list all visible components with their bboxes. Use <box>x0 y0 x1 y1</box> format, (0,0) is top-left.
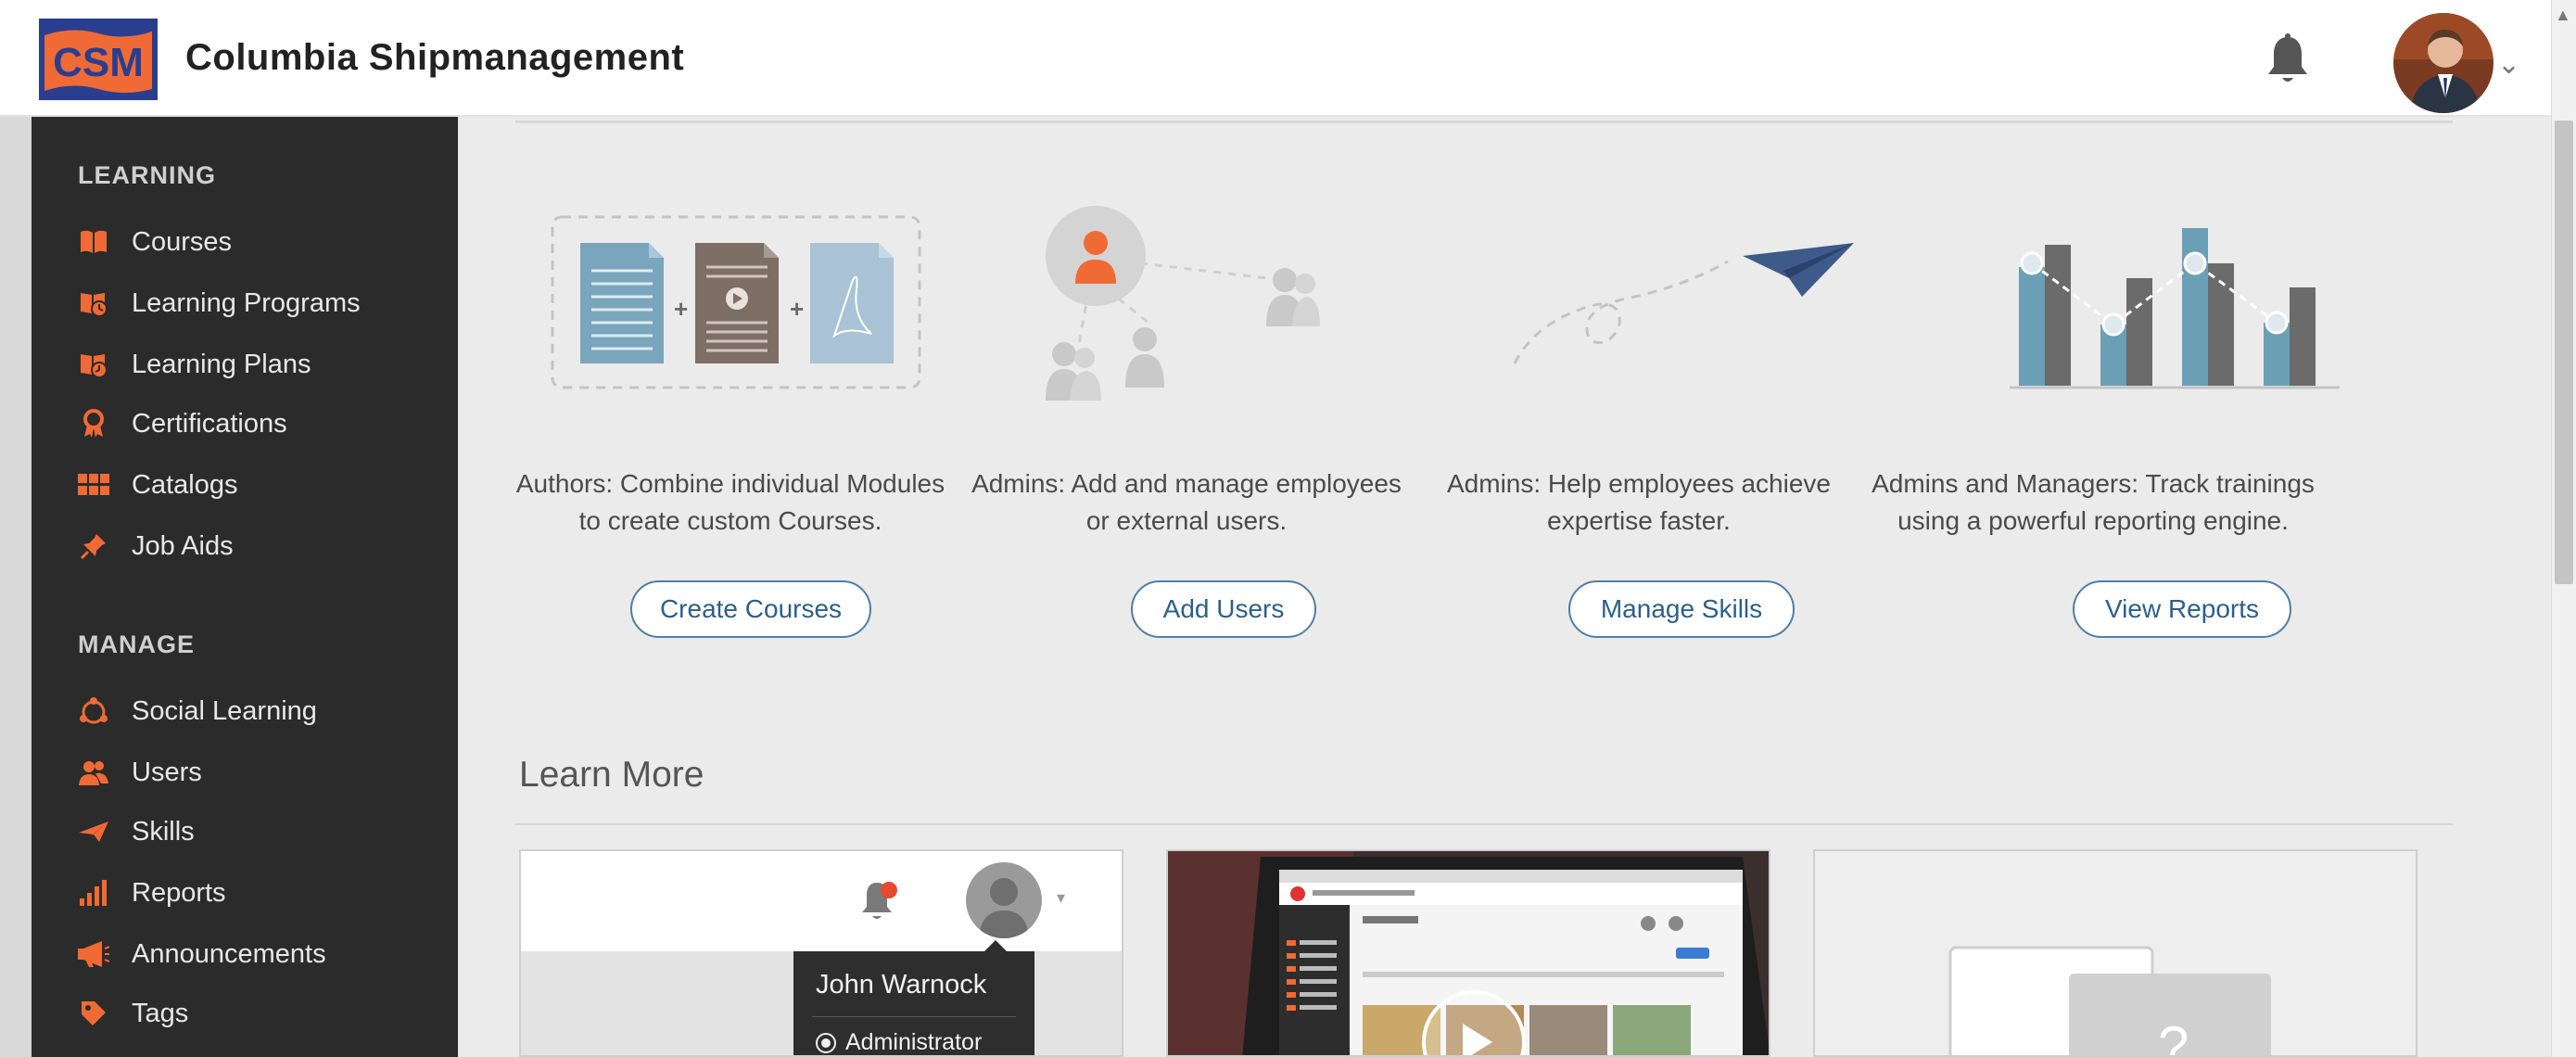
sidebar-item-label: Courses <box>132 226 232 257</box>
sidebar-item-users[interactable]: Users <box>78 749 449 796</box>
help-illustration <box>1948 946 2271 1055</box>
plus-icon: + <box>790 295 804 323</box>
learning-plans-icon <box>78 349 109 380</box>
svg-text:CSM: CSM <box>53 40 144 85</box>
sidebar-item-label: Tags <box>132 998 189 1028</box>
sidebar-item-catalogs[interactable]: Catalogs <box>78 462 449 508</box>
play-icon[interactable] <box>1437 1000 1511 1055</box>
chevron-down-icon: ▾ <box>1057 888 1066 907</box>
sidebar-item-label: Skills <box>132 816 195 847</box>
radio-selected-icon <box>816 1032 836 1053</box>
learning-programs-icon <box>78 287 109 319</box>
learn-more-tile-help[interactable]: ? <box>1813 849 2417 1057</box>
sidebar-item-label: Announcements <box>132 938 326 969</box>
sidebar-item-label: Users <box>132 757 202 787</box>
feature-description-users: Admins: Add and manage employees or exte… <box>971 469 1402 535</box>
sidebar-item-label: Social Learning <box>132 695 317 726</box>
sidebar-item-label: Learning Programs <box>132 287 361 318</box>
learn-more-tile-video[interactable] <box>1166 849 1770 1057</box>
certification-ribbon-icon <box>78 408 109 439</box>
sidebar-item-label: Catalogs <box>132 469 238 500</box>
book-icon <box>78 226 109 258</box>
notification-bell-icon[interactable] <box>2262 32 2314 91</box>
divider <box>515 121 2453 123</box>
learn-more-heading: Learn More <box>519 755 704 795</box>
bar-chart-icon <box>78 877 109 909</box>
sidebar-item-social-learning[interactable]: Social Learning <box>78 688 449 734</box>
sidebar-item-label: Reports <box>132 877 226 908</box>
add-users-button[interactable]: Add Users <box>1131 580 1316 638</box>
catalog-grid-icon <box>78 469 109 501</box>
user-avatar[interactable] <box>2393 13 2494 113</box>
mock-role-option: Administrator <box>816 1029 983 1055</box>
divider <box>812 1016 1016 1017</box>
scrollbar-thumb[interactable] <box>2555 121 2573 584</box>
manage-users-illustration <box>1046 206 1320 401</box>
question-mark-icon: ? <box>2158 1015 2189 1057</box>
social-learning-icon <box>78 695 109 727</box>
chevron-down-icon[interactable]: ⌄ <box>2497 48 2520 81</box>
divider <box>515 823 2453 825</box>
users-icon <box>78 757 109 788</box>
mock-avatar <box>966 862 1042 938</box>
sidebar-item-certifications[interactable]: Certifications <box>78 401 449 447</box>
mock-user-menu: John Warnock Administrator <box>793 951 1034 1055</box>
brand-name: Columbia Shipmanagement <box>185 37 685 78</box>
combine-modules-illustration: + + <box>551 215 921 389</box>
sidebar-item-label: Job Aids <box>132 530 234 561</box>
sidebar-item-learning-programs[interactable]: Learning Programs <box>78 280 449 326</box>
feature-description-skills: Admins: Help employees achieve expertise… <box>1447 469 1831 535</box>
reports-chart-illustration <box>2010 228 2340 389</box>
sidebar-item-learning-plans[interactable]: Learning Plans <box>78 341 449 388</box>
view-reports-button[interactable]: View Reports <box>2073 580 2291 638</box>
pushpin-icon <box>78 530 109 562</box>
sidebar-section-learning: LEARNING <box>78 161 216 189</box>
top-header: CSM Columbia Shipmanagement ⌄ <box>0 0 2576 117</box>
sidebar: LEARNING Courses Learning Programs Learn… <box>32 117 458 1057</box>
paper-plane-icon <box>78 816 109 847</box>
left-gutter <box>0 117 32 1057</box>
plus-icon: + <box>674 295 688 323</box>
scroll-up-arrow-icon[interactable]: ▲ <box>2555 6 2571 25</box>
feature-description-reports: Admins and Managers: Track trainings usi… <box>1872 469 2315 535</box>
sidebar-section-manage: MANAGE <box>78 630 195 658</box>
megaphone-icon <box>78 938 109 970</box>
sidebar-item-label: Learning Plans <box>132 349 311 379</box>
sidebar-item-reports[interactable]: Reports <box>78 870 449 916</box>
tag-icon <box>78 998 109 1029</box>
mock-user-name: John Warnock <box>816 970 987 1000</box>
mock-role-label: Administrator <box>845 1029 983 1055</box>
sidebar-item-label: Certifications <box>132 408 287 439</box>
main-content: + + Authors: Combine individual Modules … <box>458 117 2551 1057</box>
skills-plane-illustration <box>1513 243 1854 364</box>
sidebar-item-courses[interactable]: Courses <box>78 219 449 265</box>
sidebar-item-job-aids[interactable]: Job Aids <box>78 523 449 569</box>
sidebar-item-skills[interactable]: Skills <box>78 809 449 855</box>
manage-skills-button[interactable]: Manage Skills <box>1568 580 1795 638</box>
csm-logo[interactable]: CSM <box>35 15 161 104</box>
mock-notification-bell-icon <box>862 882 897 919</box>
learn-more-tile-profile[interactable]: ▾ John Warnock Administrator <box>519 849 1123 1057</box>
feature-description-courses: Authors: Combine individual Modules to c… <box>515 469 945 535</box>
sidebar-item-announcements[interactable]: Announcements <box>78 931 449 977</box>
create-courses-button[interactable]: Create Courses <box>630 580 871 638</box>
sidebar-item-tags[interactable]: Tags <box>78 990 449 1037</box>
